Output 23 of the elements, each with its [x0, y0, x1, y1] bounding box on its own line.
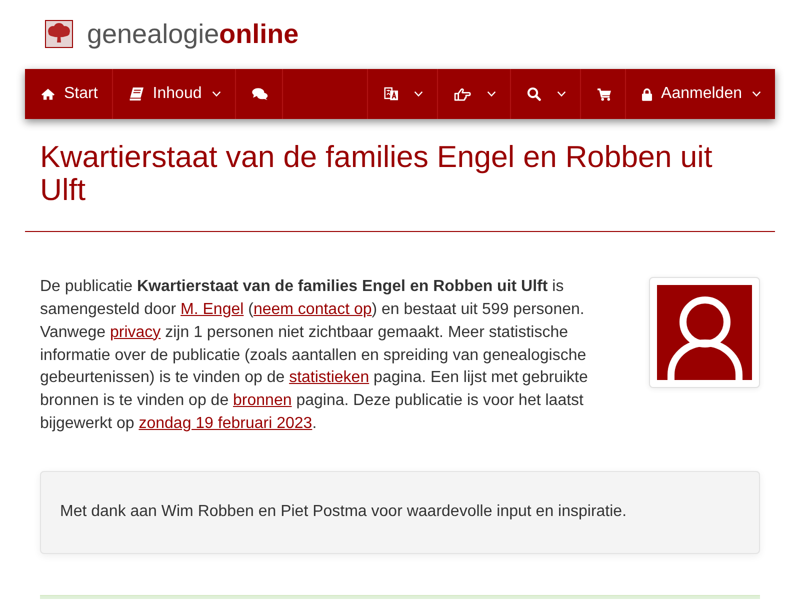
text-link[interactable]: statistieken	[289, 369, 370, 386]
intro-paragraph: De publicatie Kwartierstaat van de families Engel en Robben uit Ulft is samengesteld door M. Engel (neem contact op) en bestaat uit 599 personen. Vanwege privacy zijn 1 personen niet zichtbaar gemaakt. Meer statistische informatie over de publicatie (zoals aantallen en spreiding van genealogische gebeurtenissen) is te vinden op de statistieken pagina. Een lijst met gebruikte bronnen is te vinden op de bronnen pagina. Deze publicatie is voor het laatst bijgewerkt op zondag 19 februari 2023.	[40, 277, 589, 434]
cart-icon	[597, 88, 612, 100]
login-menu[interactable]: Aanmelden	[625, 69, 775, 119]
site-logo-text[interactable]: genealogieonline	[87, 20, 299, 48]
language-icon	[384, 86, 398, 102]
nav-link[interactable]: Start	[25, 69, 113, 119]
acknowledgement-text: Met dank aan Wim Robben en Piet Postma voor waardevolle input en inspiratie.	[60, 502, 628, 522]
chat-bubbles-icon	[252, 88, 268, 100]
text-link[interactable]: bronnen	[233, 392, 292, 410]
tree-logo-icon[interactable]	[45, 20, 73, 48]
book-icon	[128, 87, 144, 101]
pointing-hand-icon	[454, 88, 472, 100]
text-link[interactable]: privacy	[110, 324, 161, 341]
text-link[interactable]: M. Engel	[180, 300, 244, 318]
text-link[interactable]: zondag 19 februari 2023	[138, 415, 312, 432]
lock-icon	[642, 88, 652, 100]
user-silhouette-icon	[657, 285, 752, 380]
home-icon	[41, 88, 55, 100]
nav-menu[interactable]: Inhoud	[112, 69, 236, 119]
search-icon	[527, 87, 542, 101]
page-title: Kwartierstaat van de families Engel en Robben uit Ulft	[40, 141, 714, 207]
text-link[interactable]: neem contact op	[253, 300, 372, 318]
